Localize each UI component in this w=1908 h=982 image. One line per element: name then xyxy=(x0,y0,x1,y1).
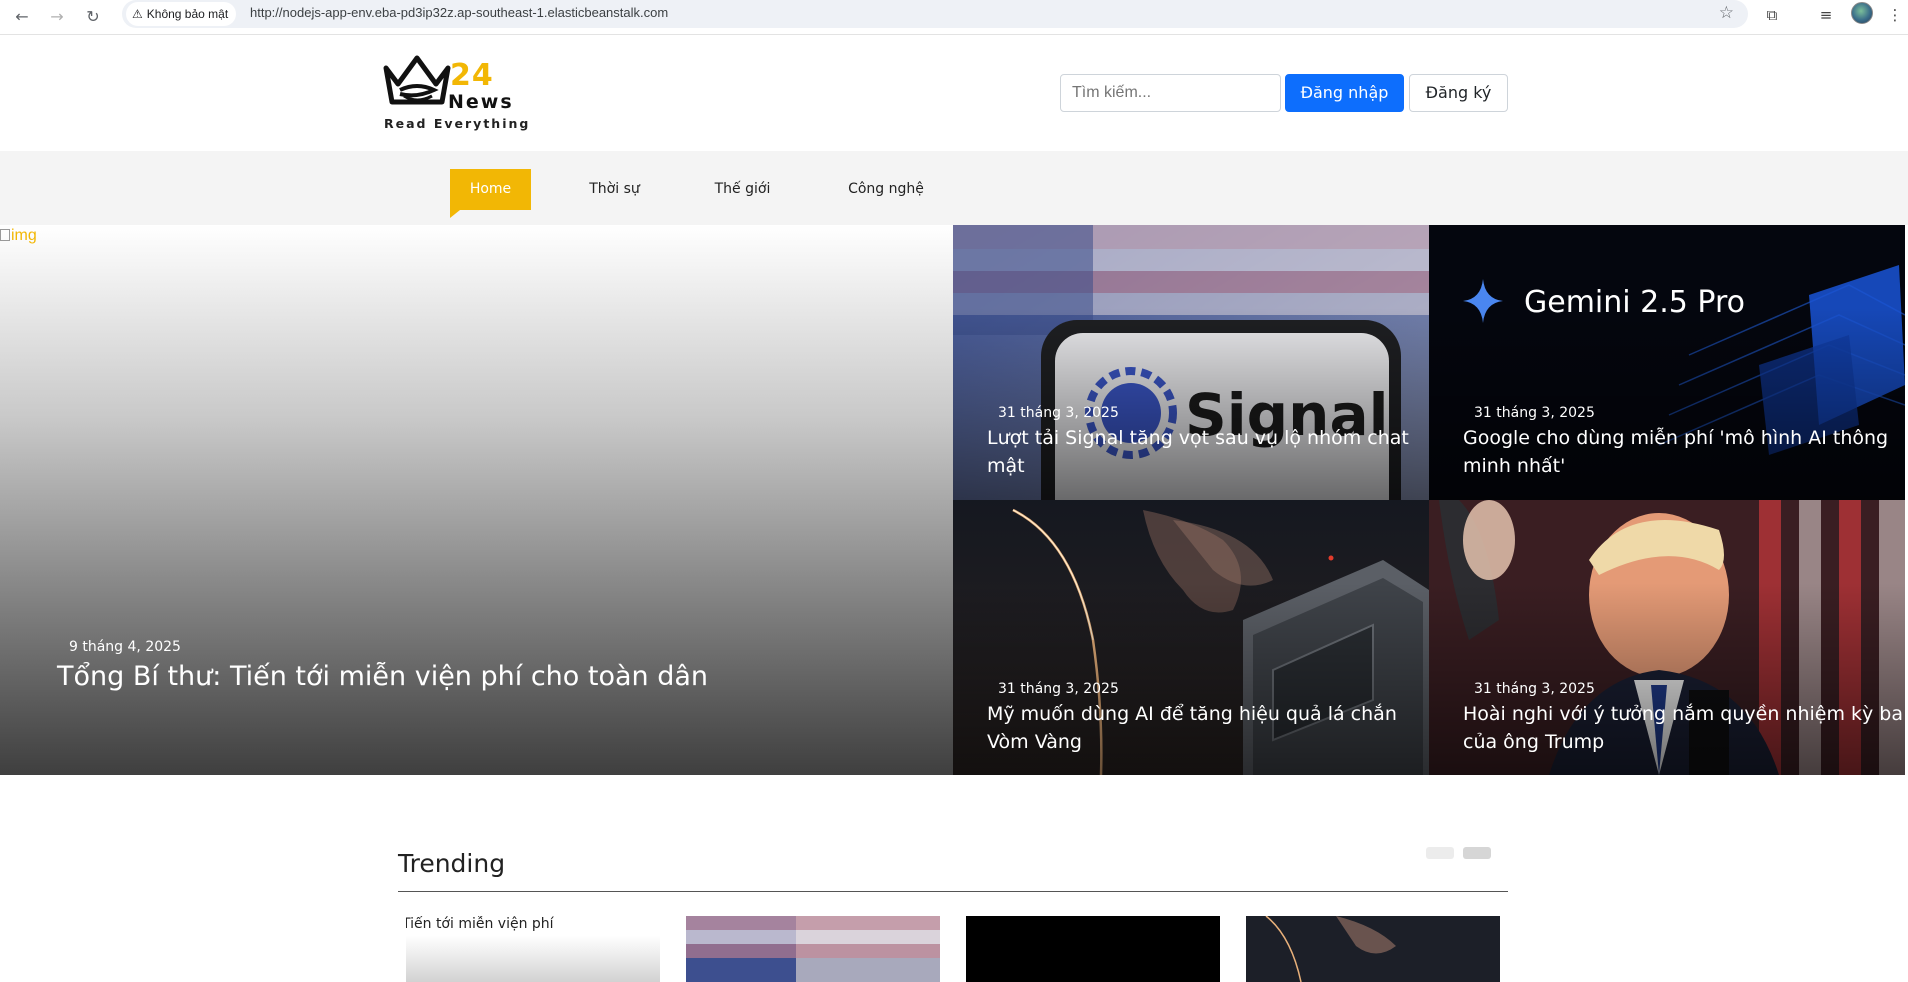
carousel-dot-2[interactable] xyxy=(1463,847,1491,859)
site-logo[interactable]: 24 News Read Everything xyxy=(382,54,528,134)
register-button[interactable]: Đăng ký xyxy=(1409,74,1508,112)
nav-cong-nghe[interactable]: Công nghệ xyxy=(836,169,936,210)
nav-the-gioi[interactable]: Thế giới xyxy=(705,169,780,210)
logo-number: 24 xyxy=(450,58,494,93)
hero-tile-vom-vang[interactable]: 31 tháng 3, 2025 Mỹ muốn dùng AI để tăng… xyxy=(953,500,1429,775)
tile-date: 31 tháng 3, 2025 xyxy=(1474,405,1595,421)
logo-tagline: Read Everything xyxy=(384,116,531,131)
tile-title[interactable]: Lượt tải Signal tăng vọt sau vụ lộ nhóm … xyxy=(987,424,1429,480)
hero-main-date: 9 tháng 4, 2025 xyxy=(69,639,181,655)
site-header: 24 News Read Everything Đăng nhập Đăng k… xyxy=(0,36,1908,151)
bookmark-star-icon[interactable]: ☆ xyxy=(1719,0,1734,26)
hero-tile-gemini[interactable]: Gemini 2.5 Pro 31 tháng 3, 2025 Google c… xyxy=(1429,225,1905,500)
url-text[interactable]: http://nodejs-app-env.eba-pd3ip32z.ap-so… xyxy=(250,0,668,26)
back-icon[interactable]: ← xyxy=(8,3,36,31)
tile-title[interactable]: Hoài nghi với ý tưởng nắm quyền nhiệm kỳ… xyxy=(1463,700,1905,756)
menu-kebab-icon[interactable]: ⋮ xyxy=(1886,2,1904,28)
trending-card[interactable] xyxy=(686,916,940,982)
hero-main-article[interactable]: img 9 tháng 4, 2025 Tổng Bí thư: Tiến tớ… xyxy=(0,225,953,775)
broken-image: img xyxy=(0,227,37,245)
warning-icon: ⚠ xyxy=(132,7,143,21)
search-input[interactable] xyxy=(1060,74,1281,112)
extensions-icon[interactable]: ⧉ xyxy=(1759,2,1785,28)
trending-card[interactable]: Tiến tới miễn viện phí xyxy=(406,916,660,982)
hero-tile-signal[interactable]: Signal 31 tháng 3, 2025 Lượt tải Signal … xyxy=(953,225,1429,500)
trending-divider xyxy=(398,891,1508,892)
carousel-dot-1[interactable] xyxy=(1426,847,1454,859)
nav-thoi-su[interactable]: Thời sự xyxy=(577,169,652,210)
browser-toolbar: ← → ↻ ⚠ Không bảo mật http://nodejs-app-e… xyxy=(0,0,1908,35)
tile-date: 31 tháng 3, 2025 xyxy=(1474,681,1595,697)
trending-card-image xyxy=(1246,916,1500,982)
trending-card[interactable] xyxy=(1246,916,1500,982)
trending-heading: Trending xyxy=(398,849,506,878)
hero-main-title[interactable]: Tổng Bí thư: Tiến tới miễn viện phí cho … xyxy=(57,661,708,692)
tile-date: 31 tháng 3, 2025 xyxy=(998,405,1119,421)
crown-logo-icon xyxy=(383,55,451,105)
reload-icon[interactable]: ↻ xyxy=(79,3,107,31)
profile-avatar[interactable] xyxy=(1851,2,1873,24)
tile-title[interactable]: Mỹ muốn dùng AI để tăng hiệu quả lá chắn… xyxy=(987,700,1429,756)
hero-tile-trump[interactable]: 31 tháng 3, 2025 Hoài nghi với ý tưởng n… xyxy=(1429,500,1905,775)
security-label: Không bảo mật xyxy=(146,7,229,21)
address-bar[interactable]: ⚠ Không bảo mật http://nodejs-app-env.eba… xyxy=(122,0,1748,28)
login-button[interactable]: Đăng nhập xyxy=(1285,74,1404,112)
tile-date: 31 tháng 3, 2025 xyxy=(998,681,1119,697)
trending-card-image xyxy=(686,916,940,982)
nav-home[interactable]: Home xyxy=(450,169,531,218)
security-chip[interactable]: ⚠ Không bảo mật xyxy=(126,2,237,26)
reading-list-icon[interactable]: ≡ xyxy=(1813,2,1839,28)
trending-card[interactable] xyxy=(966,916,1220,982)
main-nav: Home Thời sự Thế giới Công nghệ xyxy=(0,151,1908,225)
logo-word: News xyxy=(448,91,514,113)
tile-title[interactable]: Google cho dùng miễn phí 'mô hình AI thô… xyxy=(1463,424,1905,480)
trending-card-title[interactable]: Tiến tới miễn viện phí xyxy=(406,916,554,932)
forward-icon[interactable]: → xyxy=(43,3,71,31)
